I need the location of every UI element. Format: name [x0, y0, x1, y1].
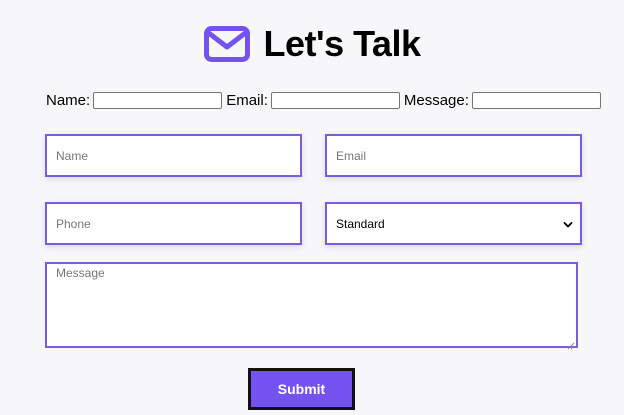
chevron-down-icon [563, 219, 573, 229]
simple-email-input[interactable] [270, 91, 400, 109]
simple-message-input[interactable] [471, 91, 601, 109]
email-input[interactable] [325, 134, 582, 177]
plan-select[interactable]: Standard [325, 202, 582, 245]
simple-form: Name: Email: Message: [46, 90, 605, 110]
message-label: Message: [403, 91, 469, 109]
message-textarea[interactable] [45, 262, 578, 348]
name-input[interactable] [45, 134, 302, 177]
email-label: Email: [226, 91, 268, 109]
submit-button[interactable]: Submit [248, 368, 355, 410]
simple-name-input[interactable] [93, 91, 223, 109]
plan-select-value: Standard [336, 216, 385, 231]
name-label: Name: [46, 91, 91, 109]
resize-handle-icon[interactable] [567, 337, 575, 350]
phone-input[interactable] [45, 202, 302, 245]
mail-icon [203, 26, 250, 62]
page-header: Let's Talk [0, 24, 624, 64]
page-title: Let's Talk [263, 23, 421, 64]
